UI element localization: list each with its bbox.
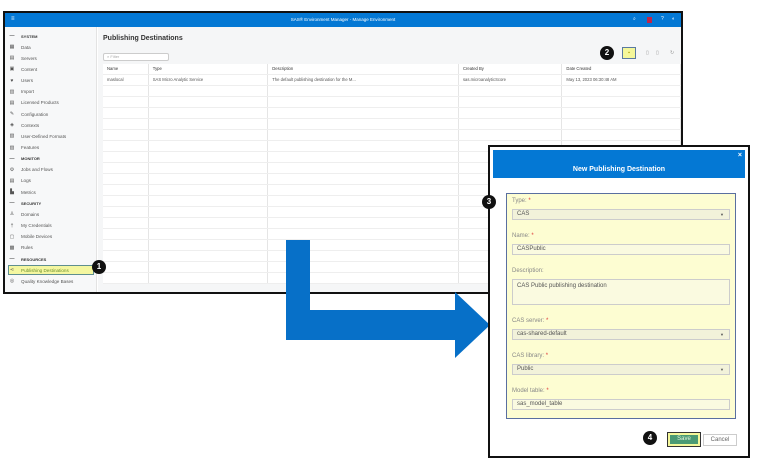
chevron-down-icon: ▼ bbox=[720, 332, 724, 337]
field-value: CAS Public publishing destination bbox=[517, 283, 607, 289]
label-text: Type: bbox=[512, 198, 527, 204]
label-text: Description: bbox=[512, 268, 544, 274]
cancel-button[interactable]: Cancel bbox=[703, 434, 737, 446]
chevron-down-icon: ▼ bbox=[720, 367, 724, 372]
dialog-header: × New Publishing Destination bbox=[493, 150, 745, 178]
description-textarea[interactable]: CAS Public publishing destination bbox=[512, 279, 730, 305]
destination-form: Type: * CAS ▼ Name: * CASPublic Description: … bbox=[506, 193, 736, 419]
dialog-title: New Publishing Destination bbox=[572, 166, 666, 173]
text-field[interactable]: CASPublic bbox=[512, 244, 730, 255]
new-destination-dialog: × New Publishing Destination Type: * CAS ▼… bbox=[488, 145, 750, 458]
text-field[interactable]: sas_model_table bbox=[512, 399, 730, 410]
required-marker: * bbox=[528, 198, 531, 204]
callout-4: 4 bbox=[643, 431, 657, 445]
select-field[interactable]: cas-shared-default ▼ bbox=[512, 329, 730, 340]
field-label: CAS server: * bbox=[512, 318, 548, 324]
field-value: CASPublic bbox=[517, 246, 546, 252]
field-label: Model table: * bbox=[512, 388, 549, 394]
chevron-down-icon: ▼ bbox=[720, 212, 724, 217]
field-value: CAS bbox=[517, 211, 530, 217]
required-marker: * bbox=[531, 233, 534, 239]
label-text: Name: bbox=[512, 233, 530, 239]
field-value: Public bbox=[517, 366, 534, 372]
field-value: sas_model_table bbox=[517, 401, 563, 407]
label-text: CAS library: bbox=[512, 353, 545, 359]
required-marker: * bbox=[545, 353, 549, 359]
label-text: Model table: bbox=[512, 388, 545, 394]
required-marker: * bbox=[546, 388, 549, 394]
field-value: cas-shared-default bbox=[517, 331, 567, 337]
field-label: CAS library: * bbox=[512, 353, 548, 359]
field-label: Name: * bbox=[512, 233, 534, 239]
select-field[interactable]: Public ▼ bbox=[512, 364, 730, 375]
field-label: Type: * bbox=[512, 198, 531, 204]
field-label: Description: bbox=[512, 268, 544, 274]
save-button[interactable]: Save bbox=[667, 432, 701, 447]
callout-3: 3 bbox=[482, 195, 496, 209]
label-text: CAS server: bbox=[512, 318, 545, 324]
close-icon[interactable]: × bbox=[738, 151, 742, 160]
select-field[interactable]: CAS ▼ bbox=[512, 209, 730, 220]
required-marker: * bbox=[546, 318, 549, 324]
